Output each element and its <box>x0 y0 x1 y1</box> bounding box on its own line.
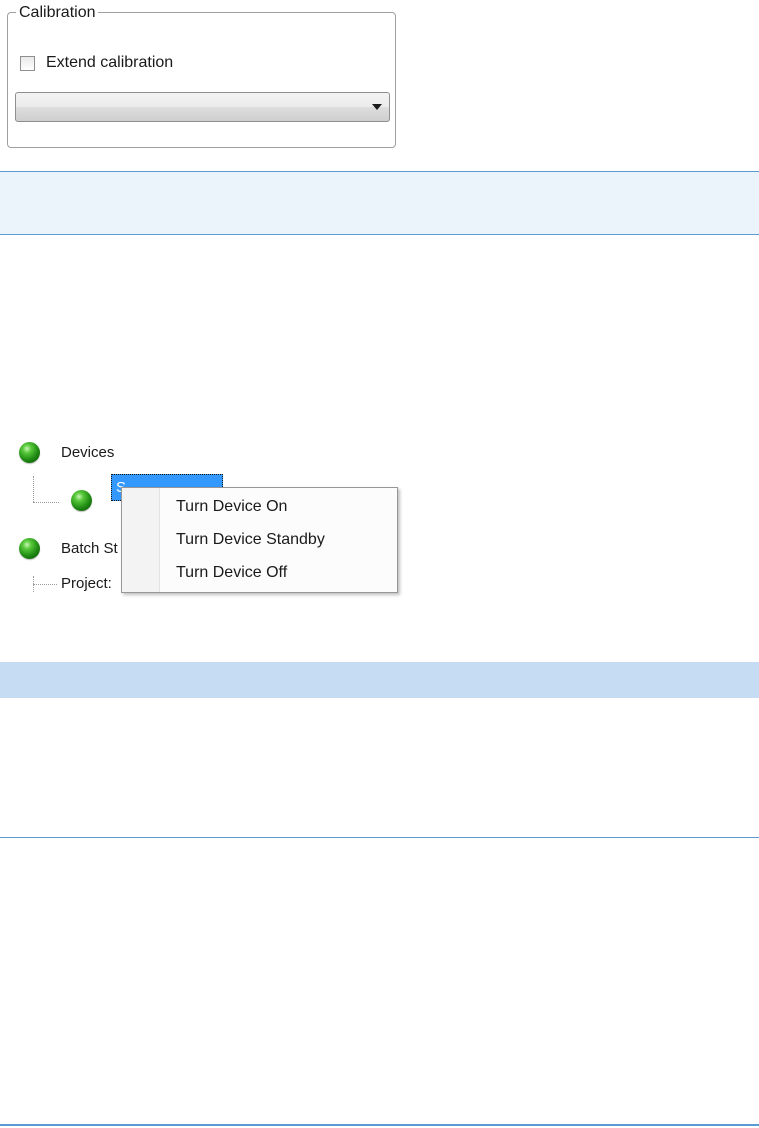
tree-node-project-label[interactable]: Project: <box>61 575 112 592</box>
extend-calibration-label[interactable]: Extend calibration <box>46 54 173 72</box>
tree-connector <box>33 476 34 502</box>
menu-item-turn-device-standby[interactable]: Turn Device Standby <box>176 531 325 549</box>
tree-node-batch-label[interactable]: Batch St <box>61 540 118 557</box>
tree-node-device[interactable] <box>71 490 92 511</box>
tree-connector <box>33 584 57 585</box>
divider-line-bottom <box>0 1124 759 1126</box>
divider-line <box>0 837 759 838</box>
calibration-groupbox: Calibration Extend calibration <box>7 4 396 148</box>
tree-node-devices[interactable]: Devices <box>19 442 114 463</box>
menu-item-turn-device-off[interactable]: Turn Device Off <box>176 564 287 582</box>
highlight-band-middle <box>0 662 759 698</box>
calibration-legend: Calibration <box>16 4 99 22</box>
chevron-down-icon[interactable] <box>372 104 382 110</box>
menu-icon-gutter <box>122 488 160 592</box>
tree-node-project[interactable]: Project: <box>61 575 112 592</box>
extend-calibration-checkbox[interactable] <box>20 55 35 71</box>
calibration-dropdown[interactable] <box>15 92 390 122</box>
status-green-icon <box>71 490 92 511</box>
extend-calibration-row[interactable]: Extend calibration <box>20 53 173 73</box>
device-context-menu: Turn Device On Turn Device Standby Turn … <box>121 487 398 593</box>
status-green-icon <box>19 442 40 463</box>
status-green-icon <box>19 538 40 559</box>
tree-node-batch[interactable]: Batch St <box>19 538 118 559</box>
menu-item-turn-device-on[interactable]: Turn Device On <box>176 498 287 516</box>
tree-connector <box>33 502 59 503</box>
highlight-band-top <box>0 171 759 235</box>
tree-node-devices-label[interactable]: Devices <box>61 444 114 461</box>
